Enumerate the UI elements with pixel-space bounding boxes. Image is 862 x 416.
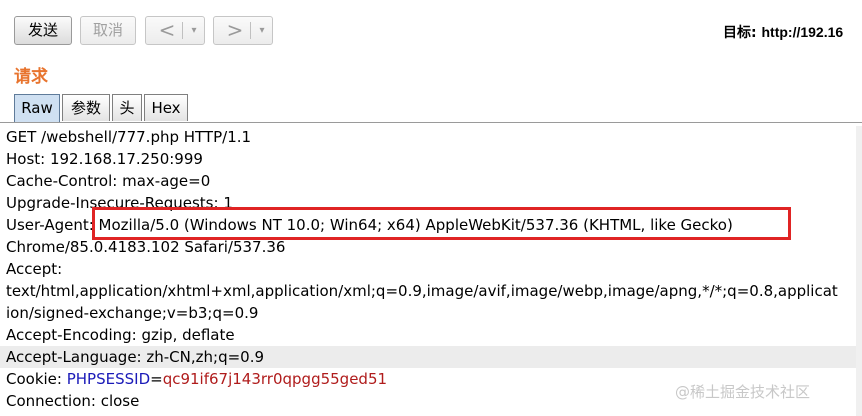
request-title: 请求 [14, 67, 48, 87]
target-label: 目标: [723, 25, 757, 41]
header-line-accept-value[interactable]: text/html,application/xhtml+xml,applicat… [6, 280, 838, 302]
tab-headers[interactable]: 头 [112, 94, 142, 121]
forward-arrow-icon: > [226, 18, 244, 42]
cookie-value: qc91if67j143rr0qpgg55ged51 [162, 370, 388, 388]
button-divider [250, 22, 251, 39]
header-line-accept-value-cont[interactable]: ion/signed-exchange;v=b3;q=0.9 [6, 302, 258, 324]
watermark: @稀土掘金技术社区 [675, 383, 811, 401]
header-line-accept-encoding[interactable]: Accept-Encoding: gzip, deflate [6, 324, 235, 346]
button-divider [182, 22, 183, 39]
header-line-host[interactable]: Host: 192.168.17.250:999 [6, 148, 203, 170]
back-button[interactable]: < ▾ [145, 16, 205, 45]
send-button[interactable]: 发送 [14, 16, 72, 45]
target-info: 目标: http://192.16 [723, 22, 843, 42]
editor-scrollbar[interactable] [856, 126, 862, 416]
back-arrow-icon: < [158, 18, 176, 42]
header-line-cookie[interactable]: Cookie: PHPSESSID=qc91if67j143rr0qpgg55g… [6, 368, 387, 390]
cookie-equals: = [150, 370, 163, 388]
cookie-prefix: Cookie: [6, 370, 67, 388]
target-url[interactable]: http://192.16 [761, 24, 843, 40]
request-editor[interactable]: GET /webshell/777.php HTTP/1.1 Host: 192… [0, 122, 862, 416]
tab-raw[interactable]: Raw [14, 94, 60, 122]
header-line-accept[interactable]: Accept: [6, 258, 62, 280]
forward-button[interactable]: > ▾ [213, 16, 273, 45]
header-line-connection[interactable]: Connection: close [6, 390, 139, 412]
request-line[interactable]: GET /webshell/777.php HTTP/1.1 [6, 126, 251, 148]
highlight-annotation-box [92, 207, 791, 240]
tab-params[interactable]: 参数 [62, 94, 110, 121]
chevron-down-icon[interactable]: ▾ [186, 17, 202, 44]
chevron-down-icon[interactable]: ▾ [254, 17, 270, 44]
header-line-accept-language[interactable]: Accept-Language: zh-CN,zh;q=0.9 [6, 346, 264, 368]
tab-hex[interactable]: Hex [144, 94, 188, 121]
header-line-cache-control[interactable]: Cache-Control: max-age=0 [6, 170, 210, 192]
toolbar: 发送 取消 < ▾ > ▾ 目标: http://192.16 [0, 0, 862, 58]
cancel-button[interactable]: 取消 [80, 16, 136, 45]
cookie-name: PHPSESSID [66, 370, 151, 388]
